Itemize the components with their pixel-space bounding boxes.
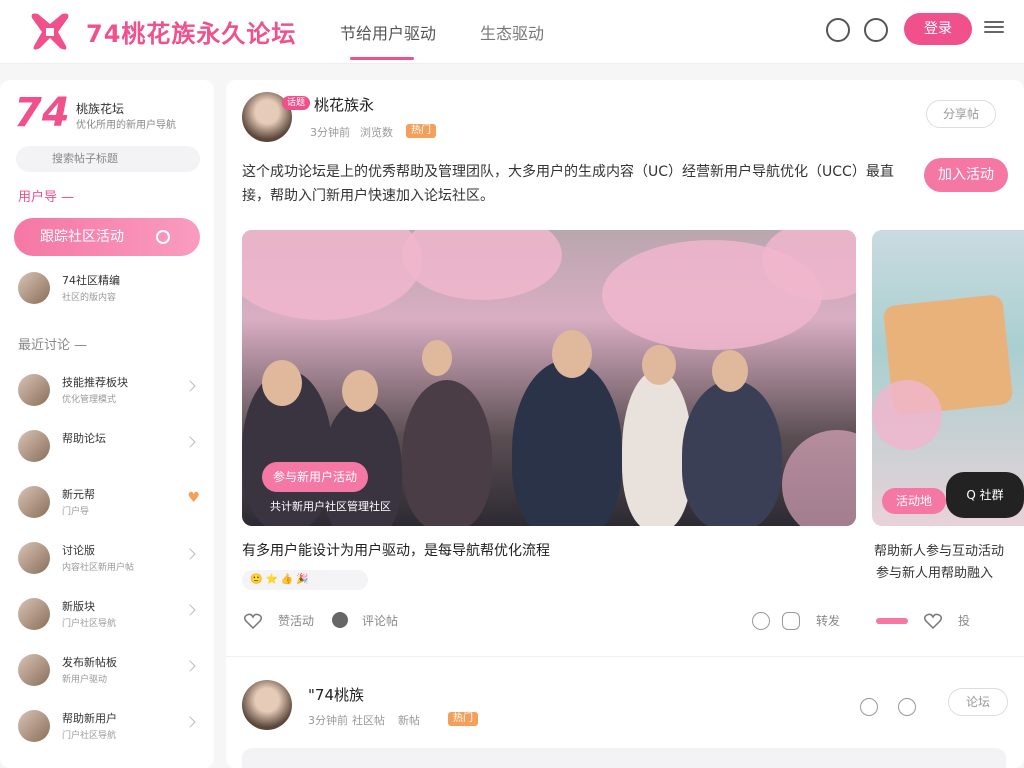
- brand-name: 桃族花坛: [76, 102, 125, 116]
- track-activity-button[interactable]: 跟踪社区活动: [14, 218, 200, 256]
- sidebar-item-sub: 优化管理模式: [62, 395, 117, 405]
- sidebar-item-name: 发布新帖板: [62, 656, 117, 669]
- sidebar: 74 桃族花坛 优化所用的新用户导航 搜索帖子标题 用户导 — 跟踪社区活动 7…: [0, 80, 214, 768]
- sidebar-item-sub: 门户导: [62, 507, 90, 517]
- brand-mark: 74: [14, 90, 70, 136]
- post-author[interactable]: 桃花族永: [314, 94, 374, 115]
- avatar: [18, 486, 50, 518]
- sidebar-item-sub: 内容社区新用户帖: [62, 563, 135, 573]
- tab-user-driven[interactable]: 节给用户驱动: [340, 20, 436, 44]
- post-image-side[interactable]: 活动地 Q 社群: [872, 230, 1024, 526]
- chevron-right-icon: [184, 660, 196, 672]
- comment-icon[interactable]: [898, 698, 916, 716]
- share-post-button[interactable]: 分享帖: [926, 100, 996, 128]
- reaction-bar: [876, 618, 908, 624]
- forum-button[interactable]: 论坛: [948, 688, 1008, 716]
- chevron-right-icon: [184, 716, 196, 728]
- avatar: [18, 430, 50, 462]
- avatar: [18, 542, 50, 574]
- sidebar-item-name: 技能推荐板块: [62, 376, 128, 389]
- sidebar-item[interactable]: 讨论版 内容社区新用户帖: [18, 538, 208, 578]
- sidebar-item-sub: 门户社区导航: [62, 619, 117, 629]
- side-caption-2: 参与新人用帮助融入: [876, 566, 994, 581]
- avatar: [18, 374, 50, 406]
- tab-ecosystem[interactable]: 生态驱动: [480, 20, 544, 44]
- sidebar-item-name: 帮助论坛: [62, 432, 106, 445]
- chevron-right-icon: [184, 380, 196, 392]
- post-body: 这个成功论坛是上的优秀帮助及管理团队，大多用户的生成内容（UC）经营新用户导航优…: [242, 164, 894, 204]
- comment-label[interactable]: 评论帖: [362, 612, 398, 629]
- post-caption: 有多用户能设计为用户驱动，是每导航帮优化流程: [242, 543, 550, 559]
- search-input[interactable]: 搜索帖子标题: [16, 146, 200, 172]
- hot-tag: 热门: [406, 124, 436, 138]
- post-time: 3分钟前: [308, 714, 348, 727]
- heart-icon[interactable]: [924, 613, 942, 629]
- chevron-right-icon: [184, 436, 196, 448]
- sidebar-item-top[interactable]: 74社区精编 社区的版内容: [18, 268, 208, 308]
- heart-icon[interactable]: ♥: [187, 490, 200, 506]
- avatar[interactable]: [242, 680, 292, 730]
- active-tab-indicator: [350, 57, 414, 60]
- topic-badge: 话题: [282, 96, 311, 110]
- post-time: 3分钟前: [310, 126, 350, 139]
- sidebar-item-name: 帮助新用户: [62, 712, 117, 725]
- notification-icon[interactable]: [864, 18, 888, 42]
- like-icon[interactable]: [244, 613, 262, 629]
- section-title-recent: 最近讨论 —: [18, 338, 88, 353]
- avatar: [18, 598, 50, 630]
- vote-label[interactable]: 投: [958, 612, 970, 629]
- sidebar-item-name: 讨论版: [62, 544, 95, 557]
- chevron-right-icon: [184, 548, 196, 560]
- like-label[interactable]: 赞活动: [278, 612, 314, 629]
- post-more: 新帖: [398, 714, 420, 727]
- sidebar-item[interactable]: 帮助论坛: [18, 426, 208, 466]
- join-activity-button[interactable]: 加入活动: [924, 158, 1008, 192]
- site-title[interactable]: 74桃花族永久论坛: [86, 14, 296, 49]
- login-button[interactable]: 登录: [904, 13, 972, 45]
- section-title-users: 用户导 —: [18, 190, 75, 205]
- sidebar-item-sub: 社区的版内容: [62, 293, 117, 303]
- menu-icon[interactable]: [984, 18, 1004, 38]
- image-caption: 共计新用户社区管理社区: [270, 500, 391, 513]
- community-chat-bubble[interactable]: Q 社群: [946, 472, 1024, 518]
- feed: 话题 桃花族永 3分钟前 浏览数 热门 分享帖 这个成功论坛是上的优秀帮助及管理…: [226, 80, 1024, 768]
- reaction-row[interactable]: 🙂⭐👍🎉: [242, 570, 368, 590]
- post-author[interactable]: "74桃族: [308, 684, 364, 705]
- logo-icon[interactable]: [28, 10, 72, 52]
- sidebar-item-sub: 新用户驱动: [62, 675, 108, 685]
- join-newbie-activity-pill[interactable]: 参与新用户活动: [262, 462, 368, 492]
- brand-subtitle: 优化所用的新用户导航: [76, 120, 176, 131]
- avatar: [18, 710, 50, 742]
- divider: [226, 656, 1024, 657]
- comment-icon[interactable]: [332, 612, 348, 628]
- sidebar-item-name: 74社区精编: [62, 274, 120, 287]
- track-activity-label: 跟踪社区活动: [40, 229, 124, 245]
- sidebar-item[interactable]: 发布新帖板 新用户驱动: [18, 650, 208, 690]
- copy-icon[interactable]: [782, 612, 800, 630]
- sidebar-item[interactable]: 帮助新用户 门户社区导航: [18, 706, 208, 746]
- sidebar-item-name: 新元帮: [62, 488, 95, 501]
- post-image-main[interactable]: 参与新用户活动 共计新用户社区管理社区: [242, 230, 856, 526]
- top-bar: 74桃花族永久论坛 节给用户驱动 生态驱动 登录: [0, 0, 1024, 64]
- forward-label[interactable]: 转发: [816, 612, 840, 629]
- next-post-preview: [242, 748, 1006, 768]
- chevron-right-icon: [184, 604, 196, 616]
- avatar: [18, 654, 50, 686]
- sidebar-item[interactable]: 新版块 门户社区导航: [18, 594, 208, 634]
- search-icon[interactable]: [826, 18, 850, 42]
- sidebar-item-name: 新版块: [62, 600, 95, 613]
- activity-location-pill[interactable]: 活动地: [882, 488, 946, 514]
- bookmark-icon[interactable]: [752, 612, 770, 630]
- sidebar-item-sub: 门户社区导航: [62, 731, 117, 741]
- arrow-icon: [156, 230, 170, 244]
- post-views: 社区帖: [352, 714, 385, 727]
- sidebar-item[interactable]: 技能推荐板块 优化管理模式: [18, 370, 208, 410]
- side-caption-1: 帮助新人参与互动活动: [874, 544, 1005, 559]
- sidebar-item[interactable]: 新元帮 门户导 ♥: [18, 482, 208, 522]
- emoji-icon[interactable]: [860, 698, 878, 716]
- hot-tag: 热门: [448, 712, 478, 726]
- post-views: 浏览数: [360, 126, 393, 139]
- avatar: [18, 272, 50, 304]
